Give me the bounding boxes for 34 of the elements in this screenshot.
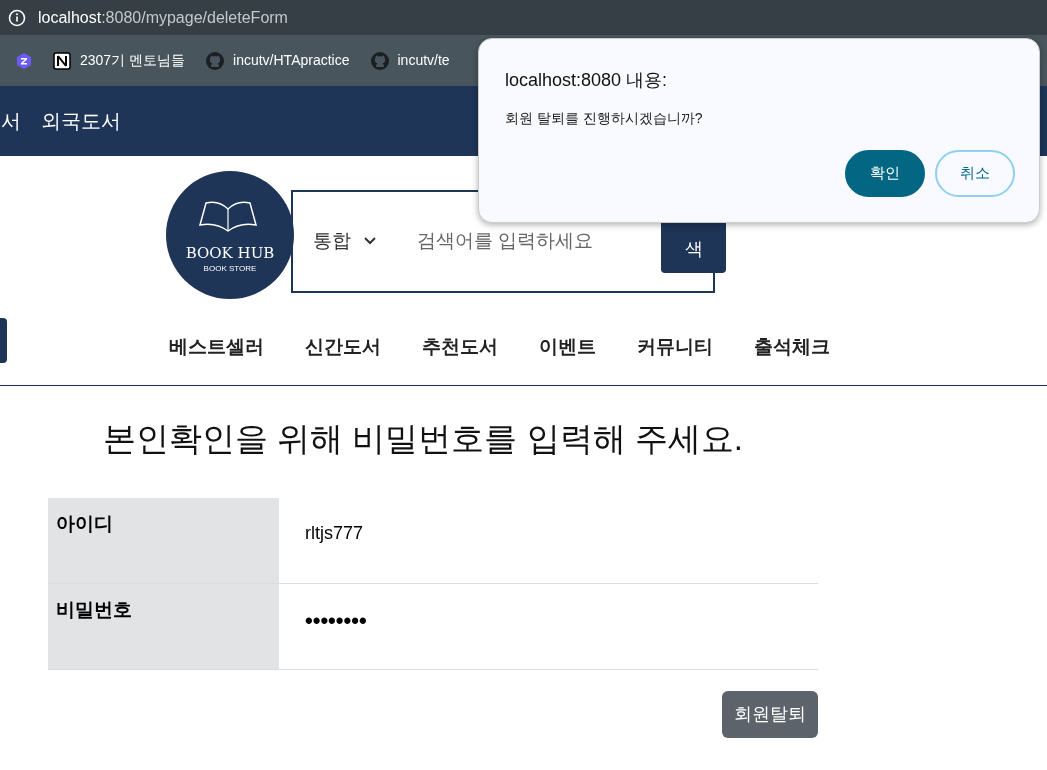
password-field[interactable]: ••••••••: [279, 583, 367, 669]
logo-subtitle: BOOK STORE: [203, 265, 257, 273]
bookmark[interactable]: incutv/te: [369, 50, 450, 71]
menu-link[interactable]: 추천도서: [422, 332, 498, 362]
notion-icon: [52, 50, 72, 71]
menu-link[interactable]: 베스트셀러: [169, 332, 264, 362]
menu-link[interactable]: 커뮤니티: [637, 332, 713, 362]
bookmark[interactable]: incutv/HTApractice: [205, 50, 350, 71]
search-field[interactable]: 검색어를 입력하세요: [417, 226, 647, 256]
confirm-button[interactable]: 확인: [845, 150, 925, 197]
id-field[interactable]: rltjs777: [279, 497, 364, 583]
chevron-down-icon: [363, 236, 377, 246]
menu-link[interactable]: 출석체크: [754, 332, 830, 362]
info-icon[interactable]: [8, 8, 26, 27]
bookmark[interactable]: 2307기 멘토님들: [52, 50, 186, 71]
url-text[interactable]: localhost:8080/mypage/deleteForm: [38, 5, 288, 30]
dialog-title: localhost:8080 내용:: [505, 69, 669, 92]
menu-link[interactable]: 신간도서: [305, 332, 381, 362]
header-link[interactable]: 서: [1, 106, 21, 136]
book-hub-logo[interactable]: BOOK HUB BOOK STORE: [166, 171, 294, 299]
withdraw-button[interactable]: 회원탈퇴: [722, 690, 818, 738]
menu-link[interactable]: 이벤트: [539, 332, 596, 362]
app-icon: [16, 52, 32, 69]
github-icon: [369, 50, 390, 71]
page-heading: 본인확인을 위해 비밀번호를 입력해 주세요.: [103, 419, 744, 459]
field-label: 비밀번호: [48, 583, 279, 669]
dialog-message: 회원 탈퇴를 진행하시겠습니까?: [505, 109, 704, 128]
logo-title: BOOK HUB: [185, 246, 275, 261]
bookmark[interactable]: [16, 52, 32, 69]
cancel-button[interactable]: 취소: [935, 150, 1015, 197]
header-link[interactable]: 외국도서: [41, 106, 121, 136]
category-select[interactable]: 통합: [293, 226, 377, 256]
github-icon: [205, 50, 226, 71]
field-label: 아이디: [48, 497, 279, 583]
